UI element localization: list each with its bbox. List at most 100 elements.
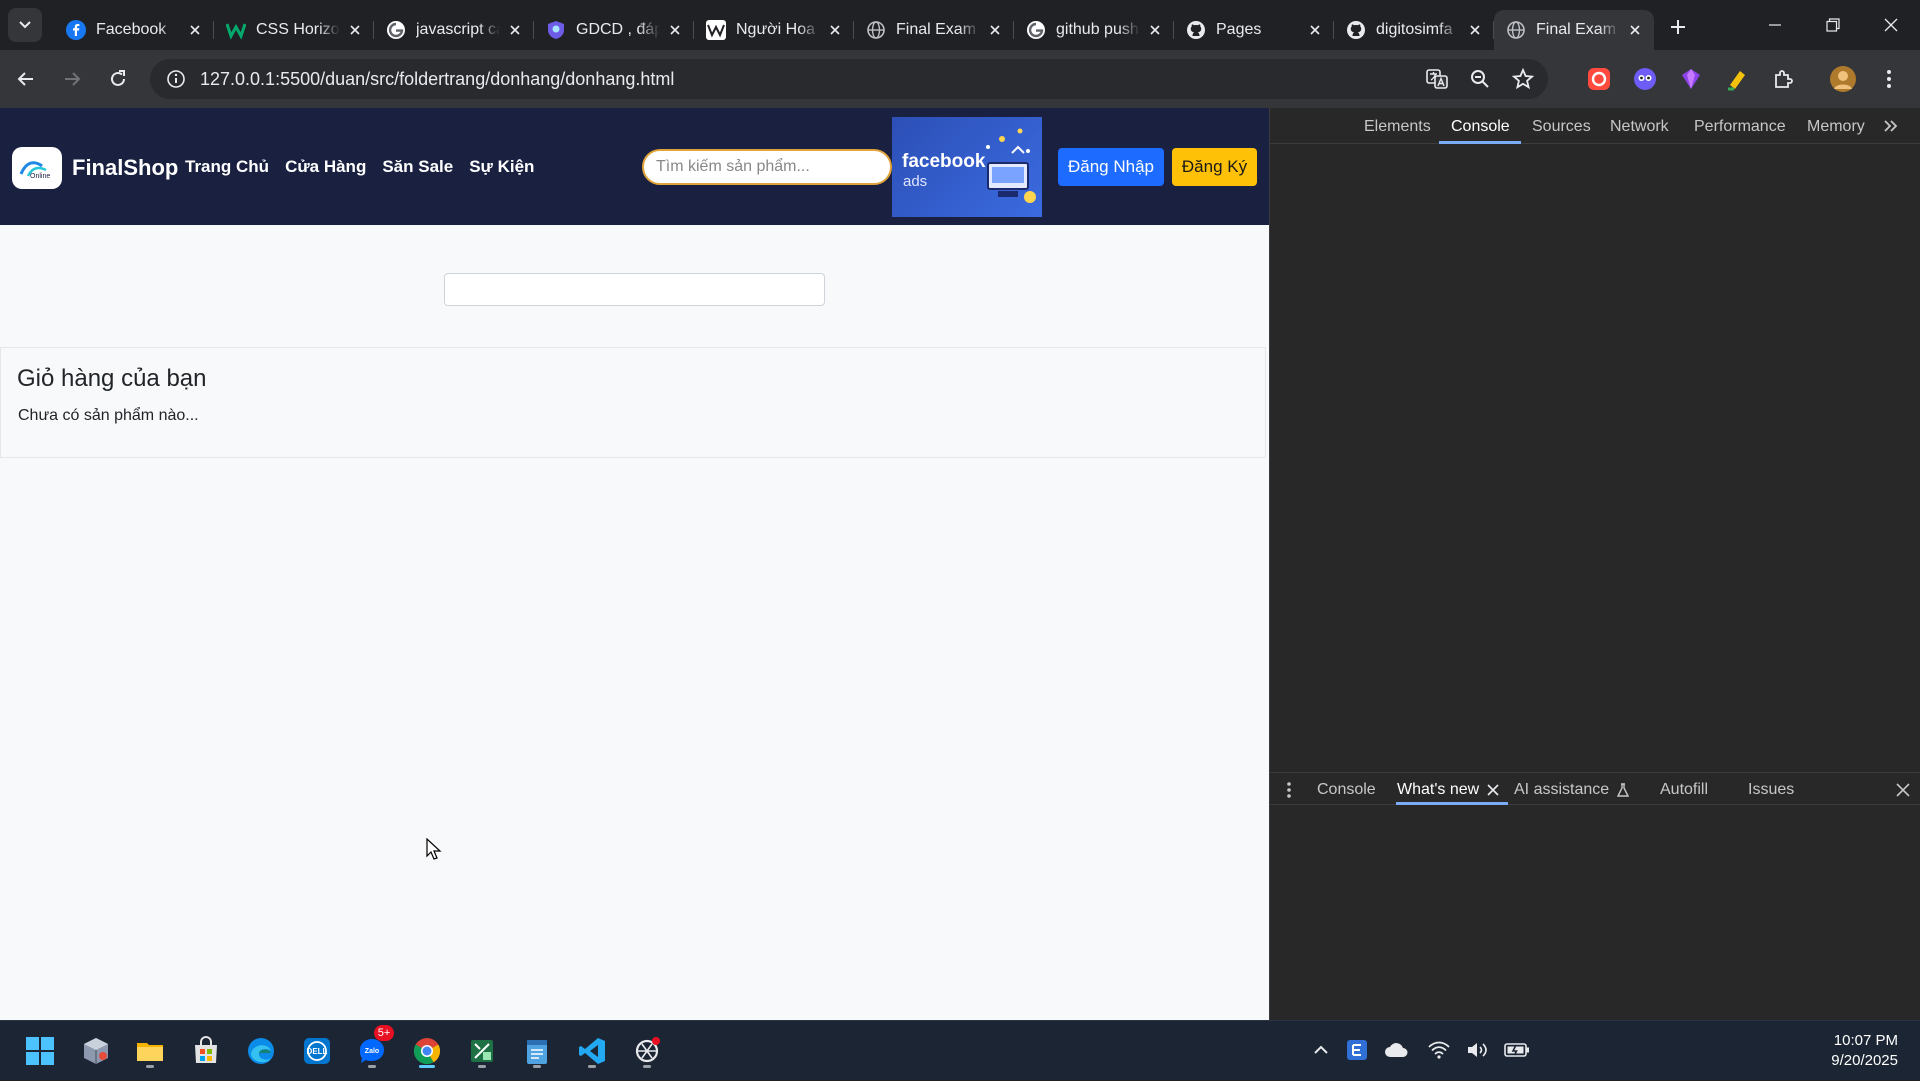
- browser-tab[interactable]: Người Hoa: [694, 10, 854, 50]
- site-info-icon[interactable]: [166, 69, 186, 89]
- product-search-input[interactable]: [642, 149, 892, 185]
- browser-tab[interactable]: CSS Horizontal: [214, 10, 374, 50]
- devtools-tab-memory[interactable]: Memory: [1807, 118, 1865, 136]
- google-icon: [387, 21, 405, 39]
- register-button[interactable]: Đăng Ký: [1172, 148, 1257, 186]
- browser-tab-active[interactable]: Final Exam: [1494, 10, 1654, 50]
- plus-icon: [1671, 20, 1685, 34]
- devtools-tab-performance[interactable]: Performance: [1694, 118, 1786, 136]
- browser-toolbar: 127.0.0.1:5500/duan/src/foldertrang/donh…: [0, 50, 1920, 108]
- chevron-up-icon[interactable]: [1312, 1041, 1330, 1059]
- volume-icon[interactable]: [1466, 1041, 1488, 1059]
- cart-title: Giỏ hàng của bạn: [17, 365, 207, 392]
- taskbar-vscode[interactable]: [572, 1031, 612, 1071]
- extension-record-button[interactable]: [1582, 62, 1616, 96]
- drawer-tab-issues[interactable]: Issues: [1748, 781, 1794, 799]
- site-logo[interactable]: Online: [12, 147, 62, 189]
- close-tab-icon[interactable]: [346, 21, 364, 39]
- dell-icon: DELL: [304, 1038, 330, 1064]
- close-tab-icon[interactable]: [506, 21, 524, 39]
- reload-button[interactable]: [98, 59, 138, 99]
- browser-menu-button[interactable]: [1872, 62, 1906, 96]
- nav-link-sale[interactable]: Săn Sale: [382, 157, 453, 177]
- drawer-tab-ai-assistance[interactable]: AI assistance: [1514, 781, 1630, 799]
- url-text[interactable]: 127.0.0.1:5500/duan/src/foldertrang/donh…: [200, 69, 674, 90]
- taskbar-package-app[interactable]: [76, 1031, 116, 1071]
- more-vertical-icon[interactable]: [1286, 781, 1292, 799]
- browser-tab[interactable]: GDCD , đáp: [534, 10, 694, 50]
- extension-gem-button[interactable]: [1674, 62, 1708, 96]
- back-button[interactable]: [6, 59, 46, 99]
- system-clock[interactable]: 10:07 PM 9/20/2025: [1831, 1031, 1898, 1071]
- taskbar-chrome[interactable]: [407, 1031, 447, 1071]
- ad-sub-text: ads: [903, 173, 928, 190]
- forward-button[interactable]: [52, 59, 92, 99]
- close-tab-icon[interactable]: [1306, 21, 1324, 39]
- close-tab-icon[interactable]: [186, 21, 204, 39]
- close-tab-icon[interactable]: [826, 21, 844, 39]
- taskbar-spreadsheet-app[interactable]: [462, 1031, 502, 1071]
- close-icon[interactable]: [1487, 784, 1499, 796]
- start-button[interactable]: [20, 1031, 60, 1071]
- close-tab-icon[interactable]: [1466, 21, 1484, 39]
- browser-tab[interactable]: Pages: [1174, 10, 1334, 50]
- drawer-tab-console[interactable]: Console: [1317, 781, 1376, 799]
- site-brand-name[interactable]: FinalShop: [72, 155, 178, 181]
- translate-icon[interactable]: [1426, 68, 1448, 90]
- nav-link-home[interactable]: Trang Chủ: [185, 157, 269, 177]
- extensions-area: [1582, 59, 1906, 99]
- taskbar-zalo[interactable]: Zalo 5+: [352, 1025, 394, 1071]
- notepad-icon: [527, 1040, 547, 1064]
- browser-tab[interactable]: github push: [1014, 10, 1174, 50]
- close-drawer-icon[interactable]: [1896, 783, 1910, 797]
- extensions-menu-button[interactable]: [1766, 62, 1800, 96]
- double-chevron-right-icon[interactable]: [1882, 117, 1900, 135]
- close-tab-icon[interactable]: [1146, 21, 1164, 39]
- active-tab-indicator: [1439, 141, 1521, 144]
- extension-mascot-button[interactable]: [1628, 62, 1662, 96]
- close-tab-icon[interactable]: [666, 21, 684, 39]
- e-app-tray-icon[interactable]: [1346, 1039, 1368, 1061]
- wifi-icon[interactable]: [1428, 1041, 1450, 1059]
- record-icon: [1588, 68, 1610, 90]
- tab-search-button[interactable]: [8, 8, 42, 42]
- devtools-tab-elements[interactable]: Elements: [1364, 118, 1431, 136]
- address-bar[interactable]: 127.0.0.1:5500/duan/src/foldertrang/donh…: [150, 59, 1548, 99]
- svg-text:Online: Online: [30, 173, 50, 180]
- nav-link-events[interactable]: Sự Kiện: [469, 157, 534, 177]
- onedrive-icon[interactable]: [1384, 1041, 1408, 1059]
- drawer-tab-whats-new[interactable]: What's new: [1397, 781, 1499, 799]
- bookmark-star-icon[interactable]: [1512, 68, 1534, 90]
- taskbar-microsoft-store[interactable]: [186, 1031, 226, 1071]
- nav-link-store[interactable]: Cửa Hàng: [285, 157, 366, 177]
- browser-tab[interactable]: Final Exam: [854, 10, 1014, 50]
- close-tab-icon[interactable]: [1626, 21, 1644, 39]
- w3schools-icon: [226, 23, 246, 40]
- svg-text:DELL: DELL: [307, 1047, 328, 1056]
- drawer-tab-autofill[interactable]: Autofill: [1660, 781, 1708, 799]
- devtools-tab-network[interactable]: Network: [1610, 118, 1669, 136]
- browser-tab[interactable]: digitosimfa: [1334, 10, 1494, 50]
- devtools-tab-sources[interactable]: Sources: [1532, 118, 1591, 136]
- taskbar-edge[interactable]: [241, 1031, 281, 1071]
- taskbar-file-explorer[interactable]: [130, 1031, 170, 1071]
- devtools-tab-console[interactable]: Console: [1451, 118, 1510, 136]
- zoom-icon[interactable]: [1470, 69, 1490, 89]
- browser-tab[interactable]: Facebook: [54, 10, 214, 50]
- close-tab-icon[interactable]: [986, 21, 1004, 39]
- extension-highlighter-button[interactable]: [1720, 62, 1754, 96]
- profile-avatar[interactable]: [1826, 62, 1860, 96]
- restore-button[interactable]: [1804, 0, 1862, 50]
- minimize-button[interactable]: [1746, 0, 1804, 50]
- new-tab-button[interactable]: [1662, 11, 1694, 43]
- taskbar-dell-app[interactable]: DELL: [297, 1031, 337, 1071]
- browser-tab[interactable]: javascript cách: [374, 10, 534, 50]
- close-window-button[interactable]: [1862, 0, 1920, 50]
- order-filter-box[interactable]: [444, 273, 825, 306]
- facebook-ads-banner[interactable]: facebook ads: [892, 117, 1042, 217]
- battery-icon[interactable]: [1504, 1041, 1530, 1059]
- wikipedia-icon: [706, 20, 726, 40]
- login-button[interactable]: Đăng Nhập: [1058, 148, 1164, 186]
- taskbar-openai-app[interactable]: [627, 1031, 667, 1071]
- taskbar-notepad[interactable]: [517, 1031, 557, 1071]
